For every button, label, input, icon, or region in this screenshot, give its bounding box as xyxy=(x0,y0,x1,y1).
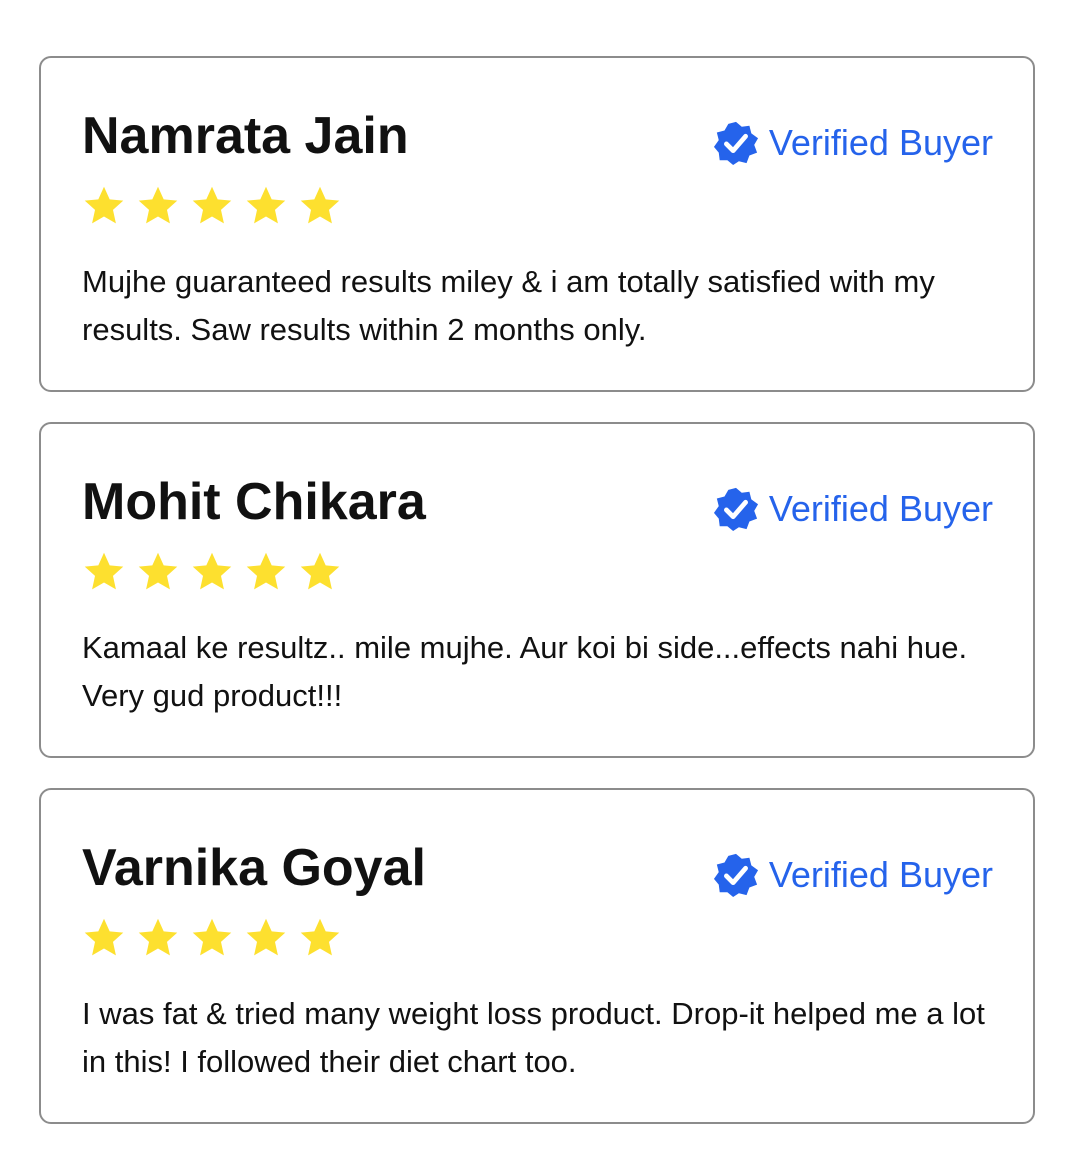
review-card: Varnika Goyal Verified Buyer I was fat &… xyxy=(39,788,1035,1124)
star-icon xyxy=(246,918,286,956)
star-icon xyxy=(192,552,232,590)
star-icon xyxy=(84,186,124,224)
star-icon xyxy=(138,552,178,590)
verified-check-icon xyxy=(713,487,758,532)
verified-buyer-badge: Verified Buyer xyxy=(713,120,993,166)
review-card: Namrata Jain Verified Buyer Mujhe guaran… xyxy=(39,56,1035,392)
reviewer-name: Varnika Goyal xyxy=(82,839,426,897)
verified-buyer-label: Verified Buyer xyxy=(768,488,993,529)
star-icon xyxy=(84,918,124,956)
star-icon xyxy=(300,186,340,224)
star-icon xyxy=(300,918,340,956)
verified-check-icon xyxy=(713,853,758,898)
star-icon xyxy=(192,918,232,956)
star-icon xyxy=(246,552,286,590)
star-icon xyxy=(300,552,340,590)
review-text: Kamaal ke resultz.. mile mujhe. Aur koi … xyxy=(82,630,968,713)
verified-buyer-badge: Verified Buyer xyxy=(713,486,993,532)
review-card: Mohit Chikara Verified Buyer Kamaal ke r… xyxy=(39,422,1035,758)
star-rating xyxy=(82,184,342,228)
review-text: I was fat & tried many weight loss produ… xyxy=(82,996,985,1079)
star-rating xyxy=(82,550,342,594)
review-text: Mujhe guaranteed results miley & i am to… xyxy=(82,264,935,347)
star-icon xyxy=(84,552,124,590)
verified-buyer-badge: Verified Buyer xyxy=(713,852,993,898)
star-icon xyxy=(138,918,178,956)
review-list: Namrata Jain Verified Buyer Mujhe guaran… xyxy=(39,56,1035,1154)
star-rating xyxy=(82,916,342,960)
verified-buyer-label: Verified Buyer xyxy=(768,854,993,895)
verified-check-icon xyxy=(713,121,758,166)
reviewer-name: Mohit Chikara xyxy=(82,473,426,531)
reviewer-name: Namrata Jain xyxy=(82,107,409,165)
star-icon xyxy=(246,186,286,224)
star-icon xyxy=(192,186,232,224)
verified-buyer-label: Verified Buyer xyxy=(768,122,993,163)
star-icon xyxy=(138,186,178,224)
